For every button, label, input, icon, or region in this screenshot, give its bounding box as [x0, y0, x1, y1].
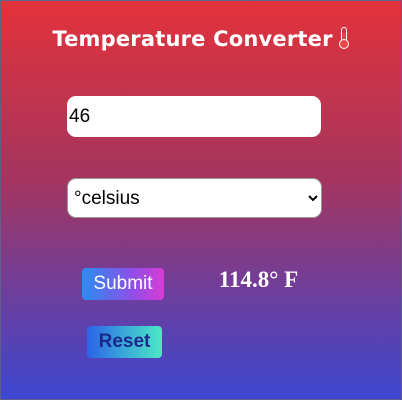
- reset-button[interactable]: Reset: [87, 326, 162, 358]
- thermometer-icon: [338, 27, 350, 49]
- result-value: 114.8° F: [218, 267, 299, 292]
- unit-select[interactable]: °celsius: [67, 178, 322, 218]
- submit-button[interactable]: Submit: [82, 268, 164, 300]
- page-title-text: Temperature Converter: [52, 27, 333, 51]
- temperature-input[interactable]: [67, 96, 321, 137]
- page-title: Temperature Converter: [1, 27, 401, 51]
